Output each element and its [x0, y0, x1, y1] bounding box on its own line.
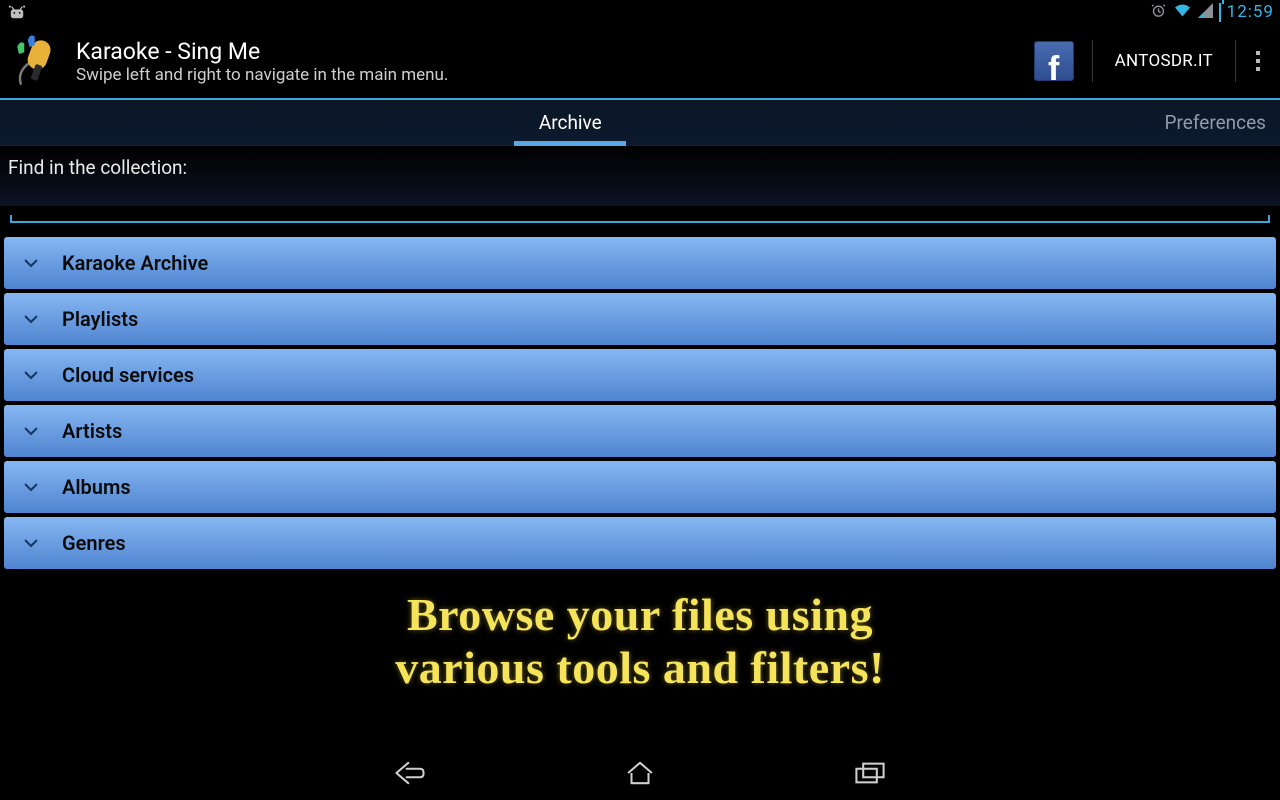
- chevron-down-icon: [22, 478, 40, 496]
- promo-line-1: Browse your files using: [20, 589, 1260, 642]
- chevron-down-icon: [22, 310, 40, 328]
- separator: [1092, 40, 1093, 82]
- category-row[interactable]: Genres: [4, 517, 1276, 569]
- status-clock: 12:59: [1227, 2, 1274, 22]
- category-list: Karaoke Archive Playlists Cloud services Ar…: [0, 233, 1280, 569]
- android-debug-icon: [6, 4, 28, 20]
- brand-link[interactable]: ANTOSDR.IT: [1101, 51, 1227, 71]
- overflow-dot-icon: [1256, 67, 1260, 71]
- nav-recent-button[interactable]: [840, 753, 900, 793]
- nav-back-button[interactable]: [380, 753, 440, 793]
- category-row[interactable]: Karaoke Archive: [4, 237, 1276, 289]
- category-label: Genres: [62, 531, 126, 555]
- chevron-down-icon: [22, 366, 40, 384]
- category-label: Karaoke Archive: [62, 251, 208, 275]
- chevron-down-icon: [22, 254, 40, 272]
- promo-line-2: various tools and filters!: [20, 642, 1260, 695]
- app-subtitle: Swipe left and right to navigate in the …: [76, 65, 1034, 85]
- promo-banner: Browse your files using various tools an…: [0, 573, 1280, 695]
- category-label: Playlists: [62, 307, 138, 331]
- category-label: Cloud services: [62, 363, 194, 387]
- app-icon: [10, 31, 70, 91]
- system-nav-bar: [0, 746, 1280, 800]
- category-label: Artists: [62, 419, 122, 443]
- overflow-dot-icon: [1256, 51, 1260, 55]
- overflow-menu-button[interactable]: [1244, 43, 1272, 79]
- nav-home-button[interactable]: [610, 753, 670, 793]
- chevron-down-icon: [22, 534, 40, 552]
- tab-preferences[interactable]: Preferences: [1141, 100, 1280, 145]
- category-label: Albums: [62, 475, 131, 499]
- facebook-icon: f: [1048, 54, 1059, 84]
- category-row[interactable]: Albums: [4, 461, 1276, 513]
- action-bar: Karaoke - Sing Me Swipe left and right t…: [0, 24, 1280, 100]
- content-area: Find in the collection: Karaoke Archive P…: [0, 146, 1280, 695]
- category-row[interactable]: Cloud services: [4, 349, 1276, 401]
- tab-label: Preferences: [1165, 111, 1266, 134]
- search-label: Find in the collection:: [0, 146, 1280, 185]
- tab-archive[interactable]: Archive: [0, 100, 1141, 145]
- facebook-button[interactable]: f: [1034, 41, 1074, 81]
- battery-icon: [1219, 3, 1221, 21]
- app-title: Karaoke - Sing Me: [76, 38, 1034, 65]
- status-bar: 12:59: [0, 0, 1280, 24]
- chevron-down-icon: [22, 422, 40, 440]
- tab-label: Archive: [539, 111, 602, 134]
- separator: [1235, 40, 1236, 82]
- overflow-dot-icon: [1256, 59, 1260, 63]
- category-row[interactable]: Playlists: [4, 293, 1276, 345]
- tab-bar: Archive Preferences: [0, 100, 1280, 146]
- alarm-icon: [1150, 2, 1167, 23]
- wifi-icon: [1173, 3, 1192, 22]
- category-row[interactable]: Artists: [4, 405, 1276, 457]
- signal-icon: [1198, 3, 1213, 22]
- search-input[interactable]: [10, 185, 1270, 223]
